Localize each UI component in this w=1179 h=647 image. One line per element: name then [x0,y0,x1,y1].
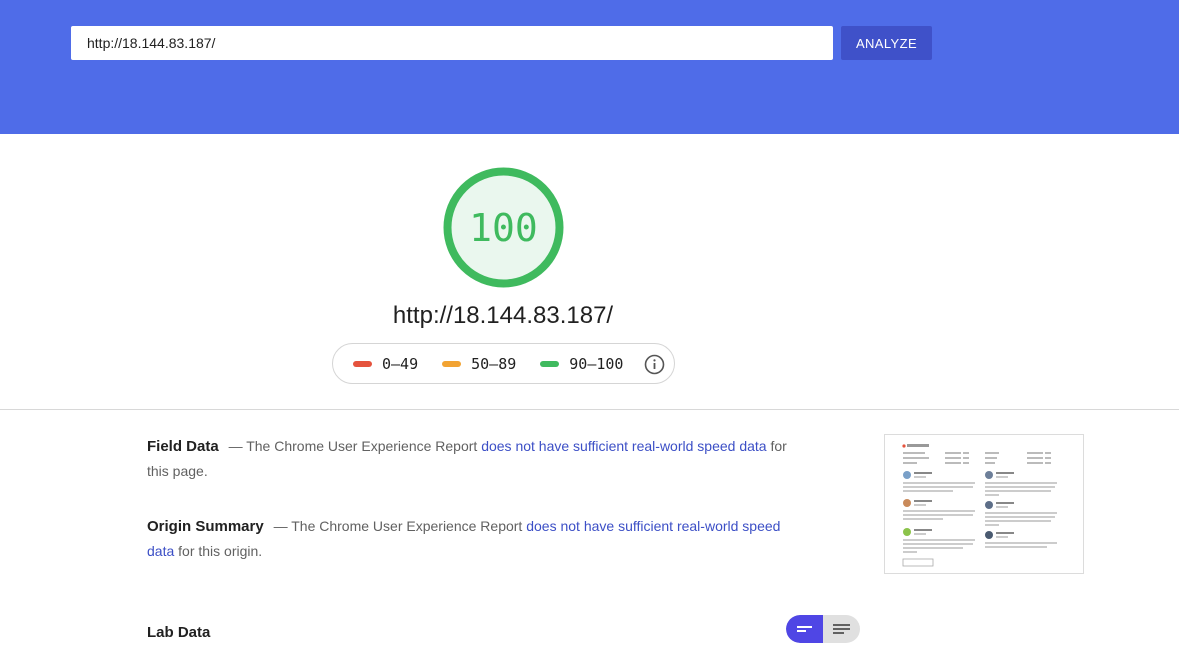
legend-item-fail: 0–49 [353,355,418,373]
field-data-prefix: — The Chrome User Experience Report [228,438,482,454]
origin-summary-prefix: — The Chrome User Experience Report [273,518,527,534]
compact-view-icon [797,626,812,632]
origin-summary-title: Origin Summary [147,518,264,535]
origin-summary-suffix: for this origin. [174,543,263,559]
field-data-title: Field Data [147,438,219,455]
field-data-link[interactable]: does not have sufficient real-world spee… [481,438,766,454]
toggle-detailed-view[interactable] [823,615,860,643]
section-divider [0,409,1179,410]
info-icon[interactable] [644,354,665,375]
toggle-compact-view[interactable] [786,615,823,643]
thumbnail-content [902,444,1057,567]
legend-label-average: 50–89 [471,354,517,373]
legend-swatch-pass [540,360,560,367]
page-screenshot-thumbnail [884,434,1084,574]
analyze-button[interactable]: ANALYZE [841,26,932,60]
detailed-view-icon [833,624,850,634]
origin-summary-section: Origin Summary — The Chrome User Experie… [147,514,797,563]
field-data-section: Field Data — The Chrome User Experience … [147,434,797,483]
score-legend: 0–49 50–89 90–100 [332,343,675,384]
header-bar: ANALYZE [0,0,1179,134]
legend-label-fail: 0–49 [382,354,419,373]
legend-swatch-fail [353,360,372,367]
legend-swatch-average [442,360,462,367]
lab-data-title: Lab Data [147,624,211,641]
legend-item-pass: 90–100 [540,355,623,373]
legend-label-pass: 90–100 [569,354,624,373]
view-toggle[interactable] [786,615,860,643]
performance-score: 100 [469,205,538,250]
url-input[interactable] [71,26,833,60]
page-url: http://18.144.83.187/ [392,302,614,329]
legend-item-average: 50–89 [442,355,516,373]
